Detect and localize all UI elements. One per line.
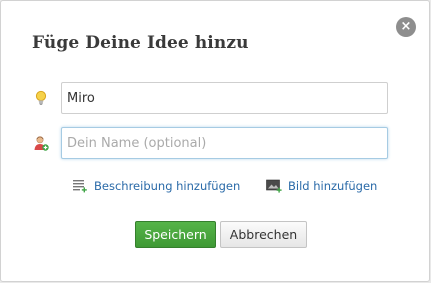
add-description-link[interactable]: Beschreibung hinzufügen	[94, 179, 240, 193]
close-button[interactable]: ×	[396, 17, 416, 37]
image-icon	[266, 179, 282, 193]
idea-input[interactable]	[61, 82, 388, 114]
text-lines-icon	[73, 180, 87, 193]
save-button[interactable]: Speichern	[135, 221, 216, 248]
dialog-title: Füge Deine Idee hinzu	[32, 33, 249, 53]
lightbulb-icon	[35, 90, 47, 105]
add-idea-dialog: × Füge Deine Idee hinzu Beschreibung hin…	[0, 0, 430, 282]
add-image-link[interactable]: Bild hinzufügen	[288, 179, 377, 193]
user-icon	[34, 136, 49, 151]
name-input[interactable]	[61, 127, 388, 159]
cancel-button[interactable]: Abbrechen	[220, 221, 307, 248]
